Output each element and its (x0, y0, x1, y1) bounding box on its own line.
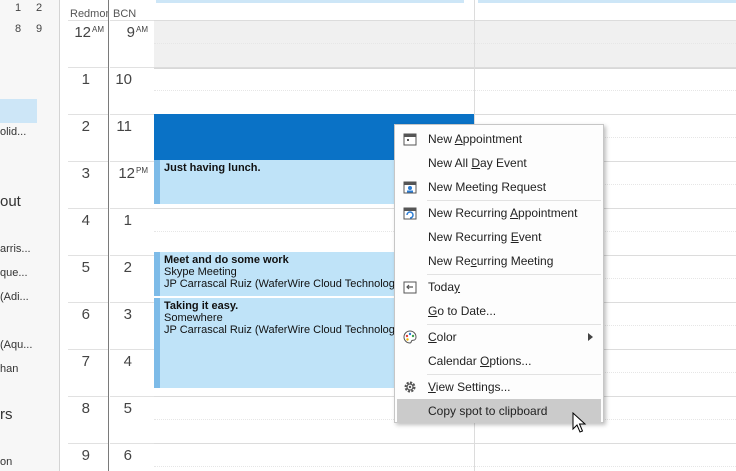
ruler-hour-line (68, 302, 108, 303)
menu-item-new-recurring-event[interactable]: New Recurring Event (397, 225, 601, 249)
primary-timezone-label: Redmond (70, 8, 108, 20)
calendar-list-item[interactable]: (Adi... (0, 291, 29, 303)
primary-hour-label: 2 (81, 118, 90, 135)
calendar-list-item[interactable]: (Aqu... (0, 339, 32, 351)
primary-hour-label: 12AM (74, 24, 104, 41)
mini-calendar-day[interactable]: 8 (15, 23, 21, 35)
secondary-hour-label: 2 (123, 259, 132, 276)
ruler-hour-line (110, 208, 154, 209)
secondary-hour-label: 5 (123, 400, 132, 417)
primary-hour-label: 4 (81, 212, 90, 229)
submenu-arrow-icon (588, 333, 593, 341)
ruler-hour-line (68, 20, 108, 21)
secondary-hour-label: 6 (123, 447, 132, 464)
menu-item-new-meeting-request[interactable]: New Meeting Request (397, 175, 601, 199)
mini-calendar-day[interactable]: 9 (36, 23, 42, 35)
menu-item-label: Today (428, 280, 461, 294)
menu-item-go-to-date[interactable]: Go to Date... (397, 299, 601, 323)
ruler-hour-line (68, 67, 108, 68)
menu-item-label: New Meeting Request (428, 180, 547, 194)
grid-half-hour-line (154, 90, 736, 91)
menu-item-label: New Recurring Appointment (428, 206, 578, 220)
menu-item-label: New Recurring Meeting (428, 254, 554, 268)
primary-hour-label: 5 (81, 259, 90, 276)
ruler-hour-line (110, 349, 154, 350)
menu-item-label: Copy spot to clipboard (428, 404, 548, 418)
navigation-pane: 1 2 8 9 olid... out arris... que... (Adi… (0, 0, 60, 471)
menu-item-label: Calendar Options... (428, 354, 532, 368)
mouse-cursor-icon (572, 412, 587, 433)
grid-hour-line (154, 67, 736, 68)
menu-item-label: Go to Date... (428, 304, 497, 318)
calendar-list-item[interactable]: on (0, 456, 12, 468)
primary-hour-label: 3 (81, 165, 90, 182)
menu-item-color[interactable]: Color (397, 325, 601, 349)
calendar-list-item[interactable]: olid... (0, 126, 26, 138)
mini-calendar-day[interactable]: 2 (36, 2, 42, 14)
ruler-hour-line (110, 302, 154, 303)
ruler-hour-line (110, 396, 154, 397)
ruler-hour-line (68, 255, 108, 256)
grid-hour-line (154, 443, 736, 444)
context-menu: New Appointment New All Day Event New Me… (394, 124, 604, 423)
menu-item-today[interactable]: Today (397, 275, 601, 299)
recurring-appointment-icon (403, 207, 417, 220)
ruler-hour-line (110, 161, 154, 162)
selected-calendar-item[interactable] (0, 99, 37, 123)
menu-item-new-recurring-meeting[interactable]: New Recurring Meeting (397, 249, 601, 273)
grid-half-hour-line (154, 43, 736, 44)
secondary-hour-label: 1 (123, 212, 132, 229)
secondary-hour-label: 11 (116, 118, 132, 135)
gear-icon (404, 381, 416, 393)
secondary-hour-label: 3 (123, 306, 132, 323)
menu-item-label: Color (428, 330, 457, 344)
grid-half-hour-line (154, 466, 736, 467)
primary-hour-label: 7 (81, 353, 90, 370)
primary-hour-label: 8 (81, 400, 90, 417)
color-palette-icon (403, 330, 417, 344)
today-icon (403, 281, 417, 294)
ruler-hour-line (110, 20, 154, 21)
calendar-list-item[interactable]: han (0, 363, 18, 375)
primary-hour-label: 6 (81, 306, 90, 323)
menu-item-label: New Recurring Event (428, 230, 542, 244)
secondary-hour-label: 12PM (118, 165, 148, 182)
menu-item-new-recurring-appointment[interactable]: New Recurring Appointment (397, 201, 601, 225)
ruler-hour-line (110, 255, 154, 256)
menu-item-new-all-day-event[interactable]: New All Day Event (397, 151, 601, 175)
secondary-timezone-label: BCN (113, 8, 137, 20)
menu-item-label: New Appointment (428, 132, 523, 146)
primary-hour-label: 9 (81, 447, 90, 464)
ruler-hour-line (110, 67, 154, 68)
menu-item-view-settings[interactable]: View Settings... (397, 375, 601, 399)
ruler-hour-line (68, 208, 108, 209)
meeting-request-icon (403, 181, 417, 194)
menu-item-label: View Settings... (428, 380, 511, 394)
ruler-hour-line (110, 114, 154, 115)
secondary-hour-label: 4 (123, 353, 132, 370)
timezone-divider (108, 0, 109, 471)
appointment-icon (403, 133, 417, 146)
menu-item-new-appointment[interactable]: New Appointment (397, 127, 601, 151)
grid-hour-line (154, 20, 736, 21)
ruler-hour-line (68, 349, 108, 350)
ruler-hour-line (110, 443, 154, 444)
secondary-hour-label: 10 (115, 71, 132, 88)
mini-calendar-day[interactable]: 1 (15, 2, 21, 14)
ruler-hour-line (68, 443, 108, 444)
calendar-list-item[interactable]: arris... (0, 243, 31, 255)
primary-hour-label: 1 (81, 71, 90, 88)
menu-item-copy-spot-to-clipboard[interactable]: Copy spot to clipboard (397, 399, 601, 423)
menu-item-calendar-options[interactable]: Calendar Options... (397, 349, 601, 373)
menu-item-label: New All Day Event (428, 156, 527, 170)
ruler-hour-line (68, 114, 108, 115)
calendar-list-item[interactable]: que... (0, 267, 28, 279)
calendar-group-header[interactable]: rs (0, 406, 13, 423)
ruler-hour-line (68, 396, 108, 397)
ruler-hour-line (68, 161, 108, 162)
calendar-group-header[interactable]: out (0, 193, 21, 210)
secondary-hour-label: 9AM (126, 24, 148, 41)
